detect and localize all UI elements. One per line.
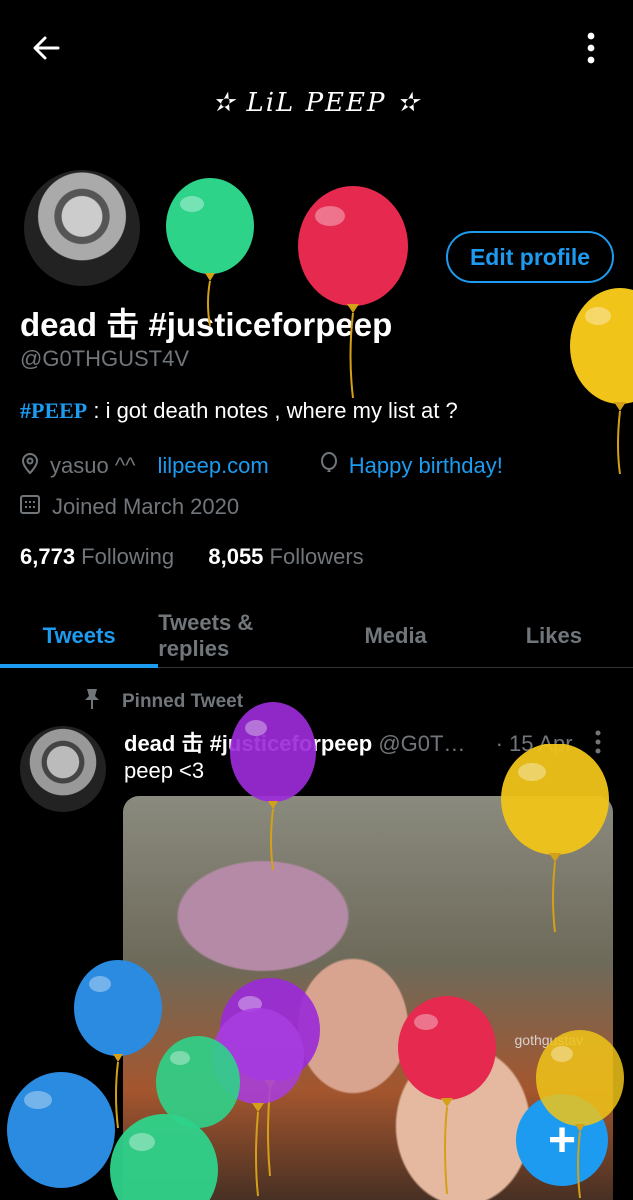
tweet-author-handle: @G0T… (378, 731, 466, 756)
balloon-icon (7, 1072, 115, 1188)
tweet-avatar[interactable] (20, 726, 106, 812)
followers-label: Followers (263, 544, 364, 569)
calendar-icon (20, 494, 40, 520)
profile-avatar[interactable] (20, 166, 144, 290)
balloon-icon (536, 1030, 624, 1199)
pin-icon (82, 688, 102, 716)
balloon-icon (110, 1114, 218, 1200)
location-icon (20, 452, 40, 480)
balloon-icon (501, 744, 609, 933)
bio: #PEEP : i got death notes , where my lis… (20, 398, 458, 424)
more-options-icon[interactable] (571, 28, 611, 68)
followers-link[interactable]: 8,055 Followers (208, 544, 363, 569)
tab-media[interactable]: Media (317, 604, 475, 667)
following-count: 6,773 (20, 544, 76, 569)
balloon-icon (319, 452, 339, 480)
profile-tabs: Tweets Tweets & replies Media Likes (0, 604, 633, 668)
balloon-icon (166, 178, 254, 327)
edit-profile-button[interactable]: Edit profile (446, 231, 614, 283)
header-banner-text: ✫ LiL PEEP ✫ (212, 88, 421, 118)
pinned-tweet-label: Pinned Tweet (82, 688, 243, 716)
location-text: yasuo ^^ (50, 453, 136, 478)
profile-meta-row: yasuo ^^ lilpeep.com Happy birthday! (20, 452, 503, 480)
joined-date: Joined March 2020 (52, 494, 240, 519)
balloon-icon (230, 702, 316, 871)
follow-counts: 6,773 Following 8,055 Followers (20, 544, 364, 570)
tweet-text: peep <3 (124, 758, 205, 783)
user-handle: @G0THGUST4V (20, 346, 190, 371)
balloon-icon (570, 288, 633, 475)
birthday-link[interactable]: Happy birthday! (349, 453, 503, 479)
pinned-text: Pinned Tweet (122, 691, 244, 712)
following-link[interactable]: 6,773 Following (20, 544, 174, 569)
tab-likes[interactable]: Likes (475, 604, 633, 667)
followers-count: 8,055 (208, 544, 264, 569)
bio-hashtag[interactable]: #PEEP (20, 398, 87, 423)
bio-text: : i got death notes , where my list at ? (87, 398, 458, 423)
back-arrow-icon[interactable] (26, 28, 66, 68)
following-label: Following (75, 544, 175, 569)
balloon-icon (398, 996, 496, 1195)
balloon-icon (298, 186, 408, 399)
joined-row: Joined March 2020 (20, 494, 239, 520)
tab-tweets[interactable]: Tweets (0, 604, 159, 668)
tab-tweets-replies[interactable]: Tweets & replies (158, 604, 316, 667)
website-link[interactable]: lilpeep.com (157, 453, 268, 479)
